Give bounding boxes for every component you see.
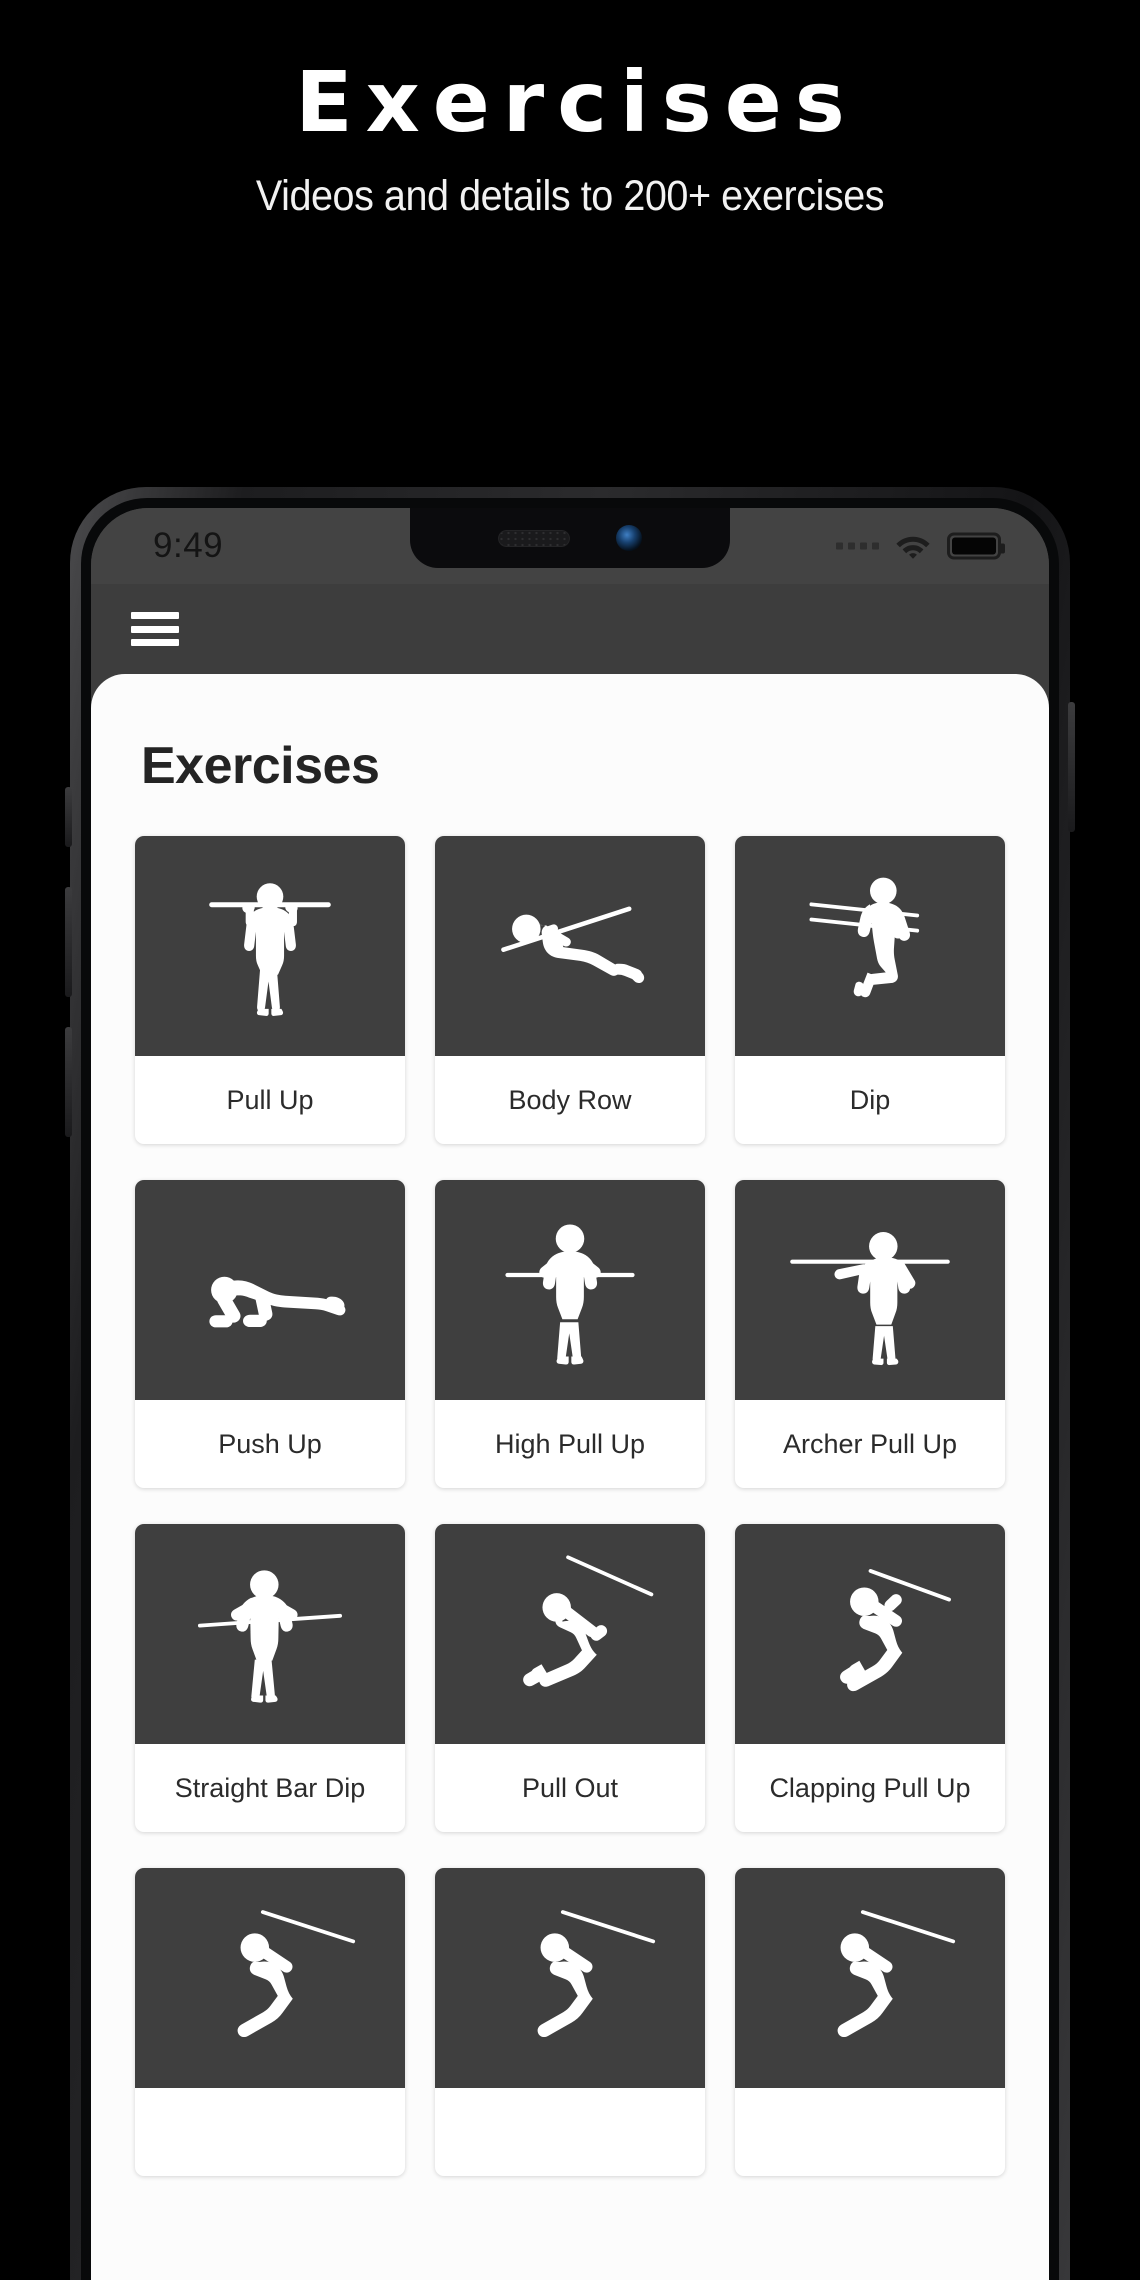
exercise-thumbnail xyxy=(435,1180,705,1400)
exercise-label: Pull Out xyxy=(521,1772,619,1803)
exercise-label xyxy=(135,2088,405,2176)
exercise-card[interactable]: Push Up xyxy=(135,1180,405,1488)
exercise-label: Push Up xyxy=(218,1428,322,1459)
page-title: Exercises xyxy=(141,737,380,795)
exercise-card[interactable]: Body Row xyxy=(435,836,705,1144)
front-camera-icon xyxy=(616,525,642,551)
exercise-thumbnail xyxy=(735,1868,1005,2088)
exercise-thumbnail xyxy=(735,1524,1005,1744)
exercise-label: Dip xyxy=(849,1084,891,1115)
exercise-label: Straight Bar Dip xyxy=(174,1772,366,1803)
exercise-card[interactable] xyxy=(435,1868,705,2176)
exercise-label xyxy=(435,2088,705,2176)
exercise-thumbnail xyxy=(435,1524,705,1744)
status-bar-indicators xyxy=(836,532,1005,560)
high-pull-up-silhouette-icon xyxy=(505,1224,635,1365)
signal-dots-icon xyxy=(836,542,879,550)
wifi-icon xyxy=(896,536,930,559)
exercise-thumbnail xyxy=(135,1868,405,2088)
volume-up-button[interactable] xyxy=(65,887,72,997)
promo-title: Exercises xyxy=(295,53,858,151)
phone-screen: 9:49 Exercises Pull Up Body Row Dip Push… xyxy=(91,508,1049,2280)
exercise-silhouette-icon xyxy=(237,1910,356,2038)
promo-screenshot: Exercises Videos and details to 200+ exe… xyxy=(0,0,1140,2280)
exercise-grid: Pull Up Body Row Dip Push Up High Pull U… xyxy=(91,836,1049,2176)
phone-mockup: 9:49 Exercises Pull Up Body Row Dip Push… xyxy=(65,487,1075,2280)
exercise-label: Body Row xyxy=(508,1084,632,1115)
exercise-thumbnail xyxy=(735,1180,1005,1400)
app-bar xyxy=(91,584,1049,674)
exercise-card[interactable]: High Pull Up xyxy=(435,1180,705,1488)
exercise-label: Pull Up xyxy=(226,1084,314,1115)
exercise-silhouette-icon xyxy=(837,1910,956,2038)
exercise-thumbnail xyxy=(735,836,1005,1056)
exercise-card[interactable]: Straight Bar Dip xyxy=(135,1524,405,1832)
body-row-silhouette-icon xyxy=(501,906,645,984)
straight-bar-dip-silhouette-icon xyxy=(197,1570,343,1703)
display-notch xyxy=(410,508,730,568)
exercise-card[interactable]: Archer Pull Up xyxy=(735,1180,1005,1488)
exercise-thumbnail xyxy=(435,836,705,1056)
exercise-label xyxy=(735,2088,1005,2176)
power-button[interactable] xyxy=(1068,702,1075,832)
exercise-thumbnail xyxy=(135,1524,405,1744)
archer-pull-up-silhouette-icon xyxy=(790,1232,950,1366)
volume-down-button[interactable] xyxy=(65,1027,72,1137)
exercise-card[interactable] xyxy=(735,1868,1005,2176)
pull-out-silhouette-icon xyxy=(523,1555,654,1687)
exercise-label: Clapping Pull Up xyxy=(769,1772,971,1803)
content-sheet: Exercises Pull Up Body Row Dip Push Up H… xyxy=(91,674,1049,2280)
exercise-thumbnail xyxy=(135,836,405,1056)
dip-silhouette-icon xyxy=(809,877,920,998)
promo-subtitle: Videos and details to 200+ exercises xyxy=(255,172,885,221)
exercise-card[interactable]: Pull Out xyxy=(435,1524,705,1832)
exercise-card[interactable]: Pull Up xyxy=(135,836,405,1144)
hamburger-menu-icon[interactable] xyxy=(131,612,179,646)
exercise-card[interactable]: Dip xyxy=(735,836,1005,1144)
clapping-pull-up-silhouette-icon xyxy=(840,1569,951,1692)
earpiece-speaker-icon xyxy=(498,529,570,547)
exercise-card[interactable]: Clapping Pull Up xyxy=(735,1524,1005,1832)
push-up-silhouette-icon xyxy=(209,1276,346,1328)
exercise-thumbnail xyxy=(435,1868,705,2088)
status-bar-clock: 9:49 xyxy=(153,526,224,565)
battery-full-icon xyxy=(947,532,1005,560)
promo-header: Exercises Videos and details to 200+ exe… xyxy=(0,0,1140,221)
exercise-card[interactable] xyxy=(135,1868,405,2176)
exercise-thumbnail xyxy=(135,1180,405,1400)
exercise-silhouette-icon xyxy=(537,1910,656,2038)
pull-up-silhouette-icon xyxy=(209,883,331,1016)
mute-switch[interactable] xyxy=(65,787,72,847)
exercise-label: High Pull Up xyxy=(494,1428,646,1459)
exercise-label: Archer Pull Up xyxy=(782,1428,958,1459)
